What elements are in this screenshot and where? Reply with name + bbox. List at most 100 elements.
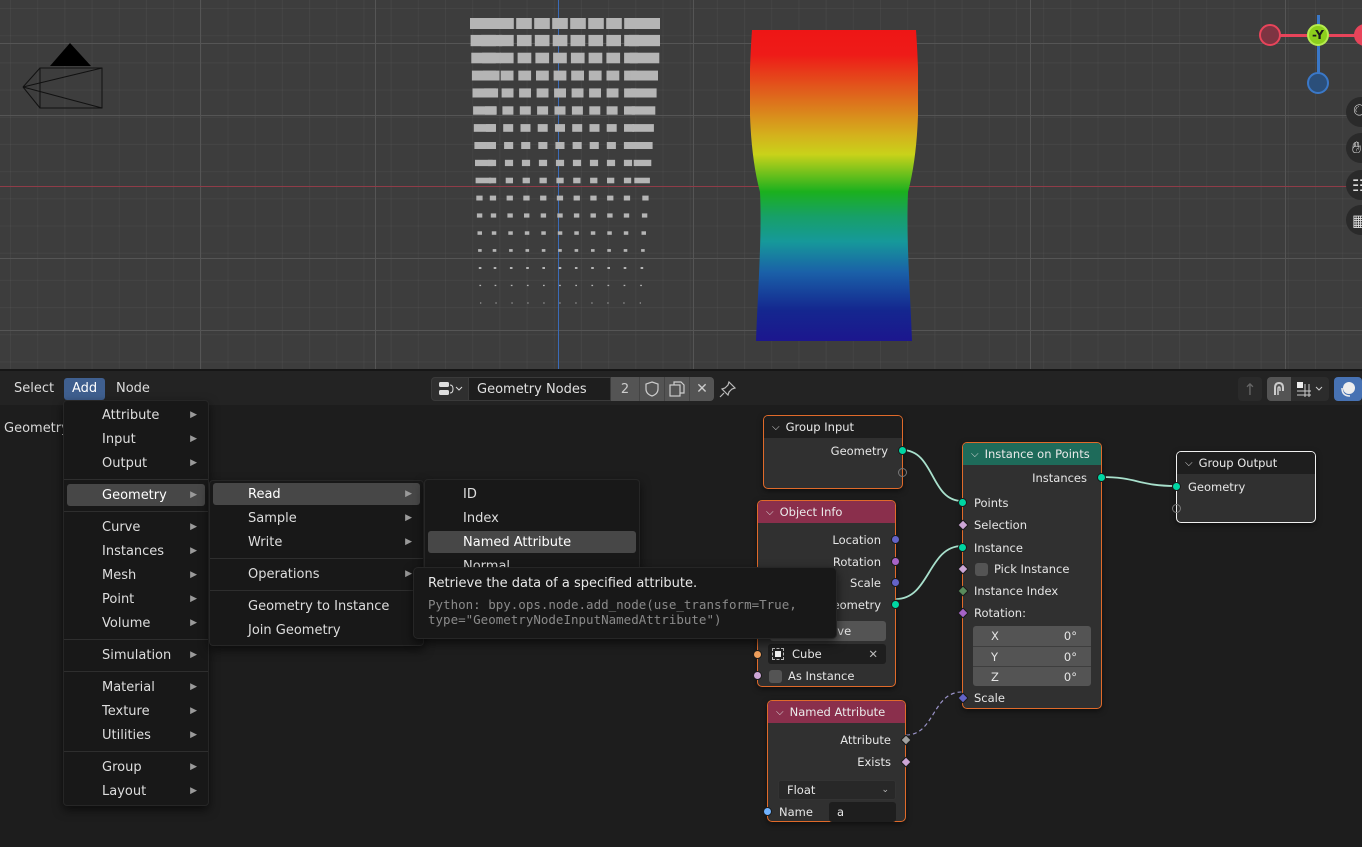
object-socket[interactable] — [753, 650, 762, 659]
named-attribute-node[interactable]: ⌵ Named Attribute Attribute Exists Float … — [763, 700, 912, 822]
object-field[interactable]: Cube ✕ — [768, 644, 886, 664]
boolean-socket[interactable] — [753, 671, 762, 680]
as-instance-checkbox[interactable] — [769, 669, 782, 683]
menu-item-group[interactable]: Group ▶ — [67, 756, 205, 778]
instance-cube — [543, 284, 545, 287]
fake-user-button[interactable] — [639, 377, 664, 401]
geometry-socket[interactable] — [1172, 482, 1181, 491]
overlay-toggle[interactable] — [1334, 377, 1362, 401]
unlink-button[interactable]: ✕ — [689, 377, 714, 401]
geometry-socket[interactable] — [898, 446, 907, 455]
instances-socket[interactable] — [1097, 473, 1106, 482]
instance-socket[interactable] — [958, 543, 967, 552]
menu-item-material[interactable]: Material ▶ — [67, 676, 205, 698]
node-header[interactable]: ⌵ Group Input — [764, 416, 902, 438]
menu-item-point[interactable]: Point ▶ — [67, 588, 205, 610]
menu-item-join-geometry[interactable]: Join Geometry — [213, 619, 420, 641]
menu-add[interactable]: Add — [64, 378, 106, 400]
menu-item-output[interactable]: Output ▶ — [67, 452, 205, 474]
snap-toggle[interactable] — [1267, 377, 1291, 401]
snap-element-dropdown[interactable] — [1291, 377, 1329, 401]
vector-socket[interactable] — [891, 578, 900, 587]
instance-cube — [570, 52, 585, 64]
collapse-chevron-icon[interactable]: ⌵ — [1185, 458, 1193, 469]
group-output-node[interactable]: ⌵ Group Output Geometry — [1172, 451, 1316, 523]
camera-object[interactable] — [20, 40, 106, 115]
instance-cube — [623, 159, 633, 167]
node-header[interactable]: ⌵ Group Output — [1177, 452, 1315, 474]
string-socket[interactable] — [763, 807, 772, 816]
input-pick-instance[interactable]: Pick Instance — [963, 559, 1101, 579]
vector-socket[interactable] — [891, 535, 900, 544]
menu-item-utilities[interactable]: Utilities ▶ — [67, 724, 205, 746]
menu-item-layout[interactable]: Layout ▶ — [67, 780, 205, 802]
menu-item-id[interactable]: ID — [428, 483, 636, 505]
pan-view-button[interactable]: ✋︎ — [1346, 133, 1362, 163]
instance-cube — [632, 124, 654, 132]
ortho-toggle-button[interactable]: ▦ — [1346, 205, 1362, 235]
instance-cube — [590, 177, 598, 184]
menu-item-named-attribute[interactable]: Named Attribute — [428, 531, 636, 553]
pick-instance-checkbox[interactable] — [975, 562, 988, 576]
rotation-y-field[interactable]: Y 0° — [973, 646, 1091, 666]
menu-item-index[interactable]: Index — [428, 507, 636, 529]
node-tree-users-count[interactable]: 2 — [611, 377, 639, 401]
rainbow-cylinder-object[interactable] — [750, 27, 918, 342]
menu-item-sample[interactable]: Sample ▶ — [213, 507, 420, 529]
instance-cube — [607, 231, 612, 235]
menu-node[interactable]: Node — [108, 378, 158, 400]
collapse-chevron-icon[interactable]: ⌵ — [772, 422, 780, 433]
gizmo-x-ball[interactable] — [1354, 24, 1362, 46]
browse-node-tree-button[interactable] — [431, 377, 469, 401]
points-socket[interactable] — [958, 498, 967, 507]
menu-item-read[interactable]: Read ▶ — [213, 483, 420, 505]
instanced-cubes-object[interactable] — [460, 18, 660, 318]
node-tree-name-field[interactable]: Geometry Nodes — [469, 377, 611, 401]
menu-item-curve[interactable]: Curve ▶ — [67, 516, 205, 538]
socket-label: Rotation: — [974, 606, 1026, 620]
menu-item-geometry-to-instance[interactable]: Geometry to Instance — [213, 595, 420, 617]
menu-item-operations[interactable]: Operations ▶ — [213, 563, 420, 585]
node-header[interactable]: ⌵ Instance on Points — [963, 443, 1101, 465]
gizmo-neg-z-ball[interactable] — [1307, 72, 1329, 94]
menu-item-volume[interactable]: Volume ▶ — [67, 612, 205, 634]
rotation-z-field[interactable]: Z 0° — [973, 666, 1091, 686]
empty-socket[interactable] — [1172, 504, 1181, 513]
menu-item-attribute[interactable]: Attribute ▶ — [67, 404, 205, 426]
instance-cube — [521, 159, 531, 167]
group-input-node[interactable]: ⌵ Group Input Geometry — [763, 415, 907, 489]
parent-node-tree-button[interactable]: ↑ — [1238, 377, 1262, 401]
node-header[interactable]: ⌵ Named Attribute — [768, 701, 905, 723]
menu-item-input[interactable]: Input ▶ — [67, 428, 205, 450]
geometry-socket[interactable] — [891, 600, 900, 609]
instance-on-points-node[interactable]: ⌵ Instance on Points Instances Points Sel… — [957, 442, 1106, 709]
menu-item-write[interactable]: Write ▶ — [213, 531, 420, 553]
menu-select[interactable]: Select — [6, 378, 62, 400]
camera-view-button[interactable]: ☷ — [1346, 170, 1362, 200]
menu-item-texture[interactable]: Texture ▶ — [67, 700, 205, 722]
rotation-socket[interactable] — [891, 557, 900, 566]
menu-item-geometry[interactable]: Geometry ▶ — [67, 484, 205, 506]
menu-item-simulation[interactable]: Simulation ▶ — [67, 644, 205, 666]
collapse-chevron-icon[interactable]: ⌵ — [776, 707, 784, 718]
gizmo-neg-y-ball[interactable]: -Y — [1307, 24, 1329, 46]
instance-cube — [588, 52, 603, 64]
collapse-chevron-icon[interactable]: ⌵ — [971, 449, 979, 460]
menu-item-instances[interactable]: Instances ▶ — [67, 540, 205, 562]
gizmo-neg-x-ball[interactable] — [1259, 24, 1281, 46]
collapse-chevron-icon[interactable]: ⌵ — [766, 507, 774, 518]
data-type-dropdown[interactable]: Float ⌄ — [778, 780, 896, 800]
navigation-gizmo[interactable]: -Y — [1250, 15, 1362, 105]
rotation-x-field[interactable]: X 0° — [973, 626, 1091, 646]
clear-object-icon[interactable]: ✕ — [868, 647, 878, 661]
3d-viewport[interactable]: -Y 🔍︎ ✋︎ ☷ ▦ — [0, 0, 1362, 369]
pin-button[interactable] — [716, 378, 740, 400]
empty-socket[interactable] — [898, 468, 907, 477]
node-header[interactable]: ⌵ Object Info — [758, 501, 895, 523]
menu-item-mesh[interactable]: Mesh ▶ — [67, 564, 205, 586]
socket-label: Attribute — [840, 733, 891, 747]
duplicate-button[interactable] — [664, 377, 689, 401]
camera-up-triangle — [50, 43, 91, 66]
as-instance-row[interactable]: As Instance — [758, 666, 895, 686]
attribute-name-input[interactable]: a — [829, 802, 896, 822]
